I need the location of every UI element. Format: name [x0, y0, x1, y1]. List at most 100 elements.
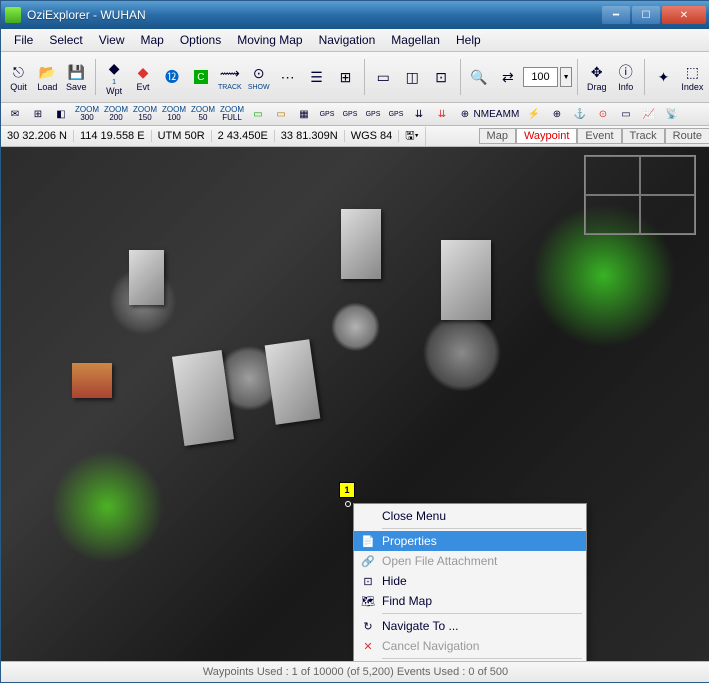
context-separator: [382, 528, 582, 529]
menu-magellan[interactable]: Magellan: [384, 31, 447, 49]
toolbar-icon: ⎋: [8, 62, 28, 82]
-button[interactable]: ⋯: [274, 57, 301, 97]
zoom-300-button[interactable]: ZOOM300: [74, 105, 100, 123]
tb2-button[interactable]: ⇊: [409, 105, 429, 123]
mode-event-button[interactable]: Event: [577, 128, 621, 144]
toolbar-icon: 💾: [66, 62, 86, 82]
-button[interactable]: ⓬: [159, 57, 186, 97]
toolbar-icon: ▭: [373, 67, 393, 87]
tb2-button[interactable]: ▭: [616, 105, 636, 123]
tb2-button[interactable]: ⊕: [455, 105, 475, 123]
-button[interactable]: ✦: [650, 57, 677, 97]
ctx-properties[interactable]: 📄Properties: [354, 531, 586, 551]
-button[interactable]: ⇄: [494, 57, 521, 97]
maximize-button[interactable]: ☐: [632, 6, 660, 24]
menubar: FileSelectViewMapOptionsMoving MapNaviga…: [1, 29, 709, 52]
ctx-hide[interactable]: ⊡Hide: [354, 571, 586, 591]
drag-button[interactable]: ✥Drag: [583, 57, 610, 97]
zoom-percent-input[interactable]: 100: [523, 67, 557, 87]
mode-track-button[interactable]: Track: [622, 128, 665, 144]
tb2-button[interactable]: ✉: [5, 105, 25, 123]
tb2-button[interactable]: GPS: [317, 105, 337, 123]
quit-button[interactable]: ⎋Quit: [5, 57, 32, 97]
tb2-button[interactable]: GPS: [340, 105, 360, 123]
-button[interactable]: 🔍: [466, 57, 493, 97]
info-button[interactable]: ⓘInfo: [612, 57, 639, 97]
save-button[interactable]: 💾Save: [63, 57, 90, 97]
building: [129, 250, 164, 305]
menu-navigation[interactable]: Navigation: [312, 31, 383, 49]
menu-help[interactable]: Help: [449, 31, 488, 49]
mode-map-button[interactable]: Map: [479, 128, 516, 144]
ctx-close-menu[interactable]: Close Menu: [354, 506, 586, 526]
menu-moving-map[interactable]: Moving Map: [230, 31, 309, 49]
-button[interactable]: ⊙SHOW: [245, 57, 272, 97]
map-view[interactable]: 1 Close Menu📄Properties🔗Open File Attach…: [1, 147, 709, 661]
context-label: Find Map: [382, 594, 432, 608]
disk-icon[interactable]: 🖫▾: [399, 127, 425, 146]
context-icon: 📄: [358, 533, 378, 549]
tb2-button[interactable]: ⇊: [432, 105, 452, 123]
index-button[interactable]: ⬚Index: [679, 57, 706, 97]
zoom-dropdown[interactable]: ▼: [560, 67, 573, 87]
mode-route-button[interactable]: Route: [665, 128, 709, 144]
tb2-button[interactable]: ▭: [271, 105, 291, 123]
-button[interactable]: ▭: [370, 57, 397, 97]
tb2-button[interactable]: 📡: [662, 105, 682, 123]
tb2-button[interactable]: ⊞: [28, 105, 48, 123]
separator: [644, 59, 645, 95]
wpt-button[interactable]: ◆1Wpt: [101, 57, 128, 97]
mode-waypoint-button[interactable]: Waypoint: [516, 128, 577, 144]
menu-view[interactable]: View: [92, 31, 132, 49]
tb2-button[interactable]: 📈: [639, 105, 659, 123]
evt-button[interactable]: ◆Evt: [130, 57, 157, 97]
minimize-button[interactable]: ━: [602, 6, 630, 24]
tb2-button[interactable]: ⊕: [547, 105, 567, 123]
-button[interactable]: ◫: [399, 57, 426, 97]
separator: [460, 59, 461, 95]
context-icon: ⊡: [358, 573, 378, 589]
menu-options[interactable]: Options: [173, 31, 228, 49]
toolbar-icon: ◆: [104, 59, 124, 79]
c-button[interactable]: C: [187, 57, 214, 97]
overview-panel[interactable]: [584, 155, 696, 235]
menu-file[interactable]: File: [7, 31, 40, 49]
separator: [95, 59, 96, 95]
context-icon: ↻: [358, 618, 378, 634]
menu-select[interactable]: Select: [42, 31, 89, 49]
zoom-100-button[interactable]: ZOOM100: [161, 105, 187, 123]
building: [341, 209, 381, 279]
zoom-200-button[interactable]: ZOOM200: [103, 105, 129, 123]
tb2-button[interactable]: ⊙: [593, 105, 613, 123]
close-button[interactable]: ✕: [662, 6, 706, 24]
-button[interactable]: ☰: [303, 57, 330, 97]
-button[interactable]: ⊞: [332, 57, 359, 97]
app-window: OziExplorer - WUHAN ━ ☐ ✕ FileSelectView…: [0, 0, 709, 683]
zoom-full-button[interactable]: ZOOMFULL: [219, 105, 245, 123]
tb2-button[interactable]: ▦: [294, 105, 314, 123]
tb2-button[interactable]: ⚓: [570, 105, 590, 123]
ctx-find-map[interactable]: 🗺Find Map: [354, 591, 586, 611]
separator: [364, 59, 365, 95]
tb2-button[interactable]: GPS: [363, 105, 383, 123]
tb2-button[interactable]: ◧: [51, 105, 71, 123]
toolbar-label: Save: [66, 82, 87, 92]
toolbar-icon: ⊞: [335, 67, 355, 87]
window-title: OziExplorer - WUHAN: [27, 8, 602, 22]
zoom-50-button[interactable]: ZOOM50: [190, 105, 216, 123]
tb2-button[interactable]: ▭: [248, 105, 268, 123]
-button[interactable]: ⊡: [428, 57, 455, 97]
ctx-navigate-to[interactable]: ↻Navigate To ...: [354, 616, 586, 636]
tb2-button[interactable]: MM: [501, 105, 521, 123]
-button[interactable]: ⟿TRACK: [216, 57, 243, 97]
toolbar-icon: ⬚: [682, 62, 702, 82]
utm-zone-cell: UTM 50R: [152, 130, 212, 142]
menu-map[interactable]: Map: [134, 31, 171, 49]
tb2-button[interactable]: NMEA: [478, 105, 498, 123]
tb2-button[interactable]: ⚡: [524, 105, 544, 123]
waypoint-marker[interactable]: 1: [339, 482, 355, 498]
load-button[interactable]: 📂Load: [34, 57, 61, 97]
zoom-150-button[interactable]: ZOOM150: [132, 105, 158, 123]
context-label: Close Menu: [382, 509, 446, 523]
tb2-button[interactable]: GPS: [386, 105, 406, 123]
